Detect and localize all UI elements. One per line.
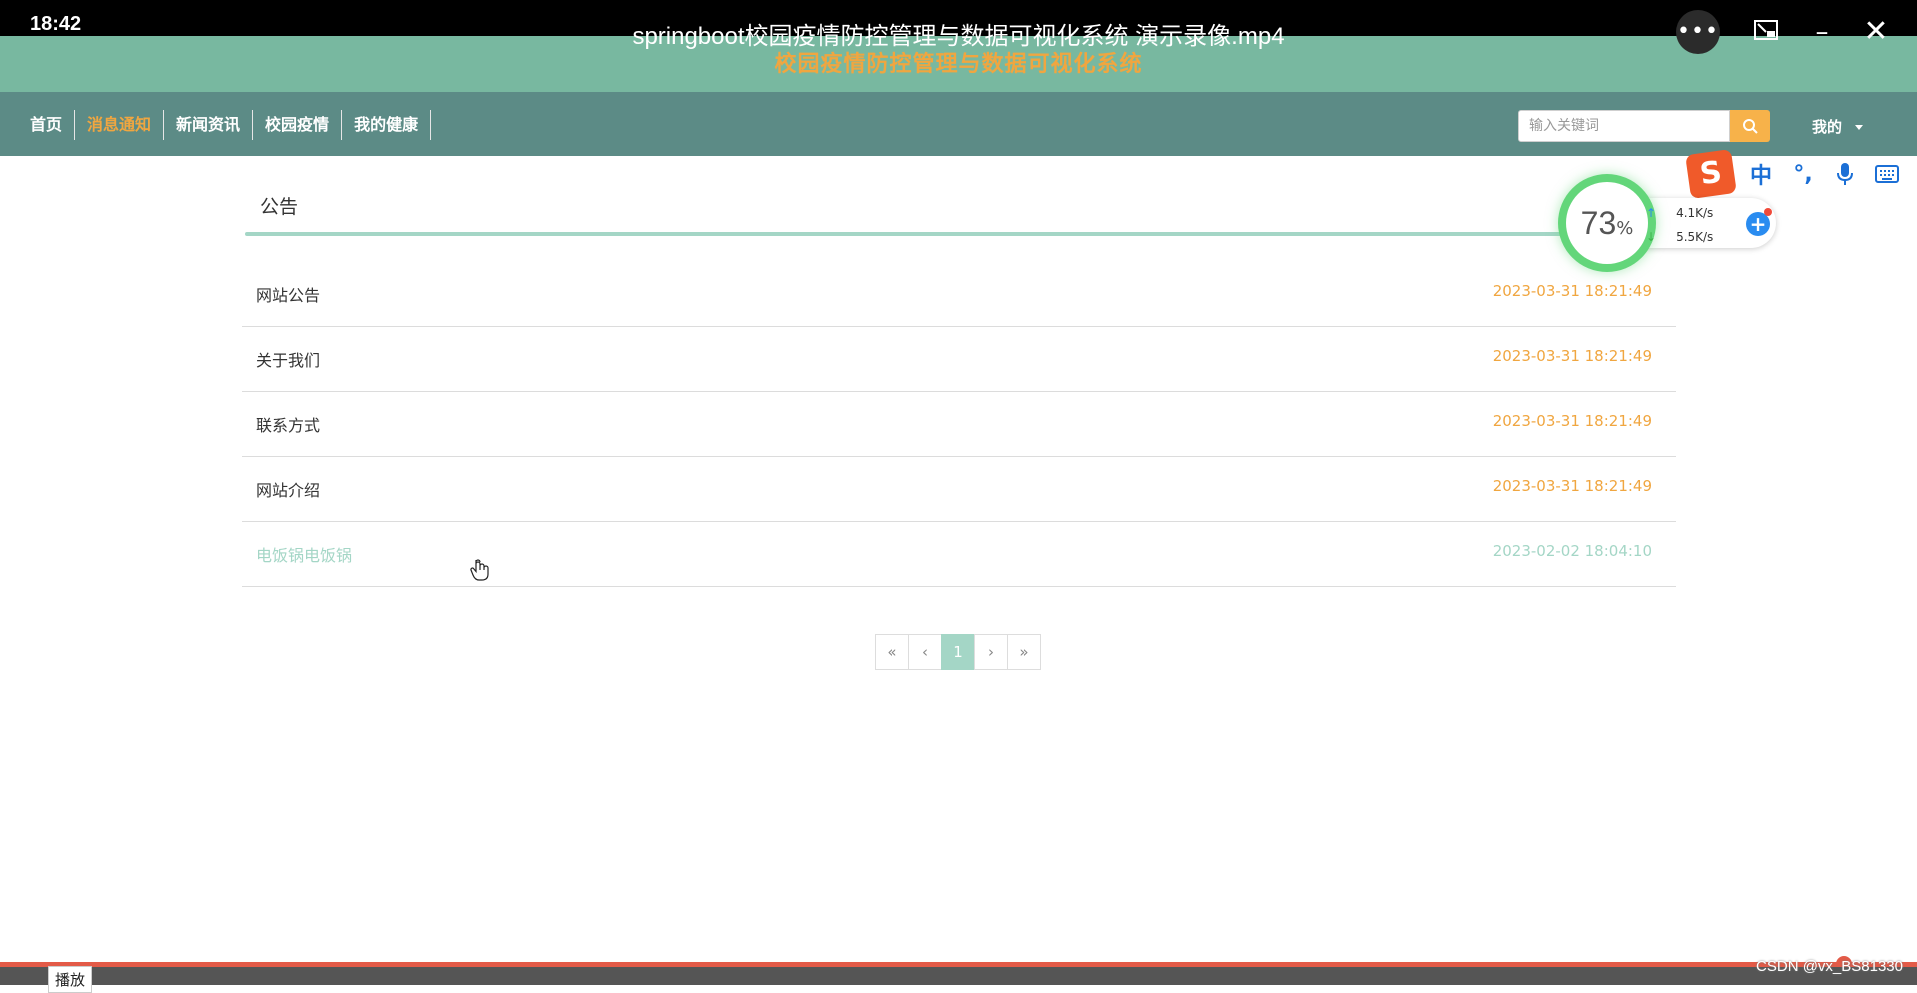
upload-speed: ↑ 4.1K/s <box>1646 206 1713 220</box>
notice-title[interactable]: 联系方式 <box>256 412 320 436</box>
notice-title[interactable]: 关于我们 <box>256 347 320 371</box>
microphone-icon <box>1837 163 1853 185</box>
notice-title[interactable]: 网站公告 <box>256 282 320 306</box>
upload-speed-value: 4.1K/s <box>1676 206 1714 220</box>
pagination: « ‹ 1 › » <box>875 634 1041 670</box>
search-input[interactable] <box>1518 110 1730 142</box>
upload-arrow-icon: ↑ <box>1646 206 1657 220</box>
last-page-button[interactable]: » <box>1007 634 1041 670</box>
play-tooltip: 播放 <box>48 966 93 993</box>
my-account-menu[interactable]: 我的 <box>1812 116 1864 137</box>
ime-punctuation-toggle[interactable]: °, <box>1788 160 1818 188</box>
nav-item-news[interactable]: 新闻资讯 <box>164 110 254 140</box>
main-nav: 首页 消息通知 新闻资讯 校园疫情 我的健康 我的 <box>0 92 1917 156</box>
search-bar <box>1518 110 1770 142</box>
notice-item[interactable]: 关于我们 2023-03-31 18:21:49 <box>242 327 1676 392</box>
notice-date: 2023-02-02 18:04:10 <box>1492 542 1652 560</box>
prev-page-button[interactable]: ‹ <box>908 634 942 670</box>
search-button[interactable] <box>1730 110 1770 142</box>
notice-list: 网站公告 2023-03-31 18:21:49 关于我们 2023-03-31… <box>242 262 1676 587</box>
minimize-button[interactable]: – <box>1800 12 1844 52</box>
memory-usage-value: 73 <box>1580 205 1617 241</box>
more-options-button[interactable]: ••• <box>1676 10 1720 54</box>
notice-date: 2023-03-31 18:21:49 <box>1492 477 1652 495</box>
ime-voice-button[interactable] <box>1830 160 1860 188</box>
download-arrow-icon: ↓ <box>1646 230 1657 244</box>
chevron-down-icon <box>1855 125 1864 130</box>
first-page-button[interactable]: « <box>875 634 909 670</box>
download-speed: ↓ 5.5K/s <box>1646 230 1713 244</box>
nav-item-my-health[interactable]: 我的健康 <box>342 110 432 140</box>
picture-in-picture-icon <box>1754 20 1778 40</box>
memory-usage-unit: % <box>1616 218 1634 239</box>
close-button[interactable]: ✕ <box>1854 12 1898 52</box>
download-speed-value: 5.5K/s <box>1676 230 1714 244</box>
nav-item-campus-epidemic[interactable]: 校园疫情 <box>253 110 343 140</box>
hand-cursor-icon <box>470 559 489 581</box>
notice-title[interactable]: 电饭锅电饭锅 <box>256 542 352 566</box>
notice-item[interactable]: 网站公告 2023-03-31 18:21:49 <box>242 262 1676 327</box>
notice-title[interactable]: 网站介绍 <box>256 477 320 501</box>
memory-usage-ring[interactable]: 73% <box>1566 182 1648 264</box>
search-icon <box>1743 119 1758 134</box>
page-number-button[interactable]: 1 <box>941 634 975 670</box>
minimize-icon: – <box>1815 17 1829 47</box>
keyboard-icon <box>1875 165 1899 183</box>
notice-item[interactable]: 网站介绍 2023-03-31 18:21:49 <box>242 457 1676 522</box>
video-title: springboot校园疫情防控管理与数据可视化系统 演示录像.mp4 <box>632 23 1285 50</box>
nav-list: 首页 消息通知 新闻资讯 校园疫情 我的健康 <box>18 110 432 140</box>
picture-in-picture-button[interactable] <box>1744 12 1788 52</box>
ime-keyboard-button[interactable] <box>1872 160 1902 188</box>
section-divider <box>245 232 1675 236</box>
notice-item[interactable]: 电饭锅电饭锅 2023-02-02 18:04:10 <box>242 522 1676 587</box>
more-dots-icon: ••• <box>1677 19 1719 44</box>
notice-date: 2023-03-31 18:21:49 <box>1492 347 1652 365</box>
close-icon: ✕ <box>1863 14 1889 49</box>
notice-date: 2023-03-31 18:21:49 <box>1492 282 1652 300</box>
notice-date: 2023-03-31 18:21:49 <box>1492 412 1652 430</box>
nav-item-notifications[interactable]: 消息通知 <box>75 110 165 140</box>
nav-item-home[interactable]: 首页 <box>18 110 76 140</box>
network-speed-widget[interactable]: 73% ↑ 4.1K/s ↓ 5.5K/s + <box>1566 182 1786 264</box>
player-bottom-strip <box>0 967 1917 985</box>
my-account-label: 我的 <box>1812 118 1843 136</box>
notice-item[interactable]: 联系方式 2023-03-31 18:21:49 <box>242 392 1676 457</box>
notification-dot <box>1764 208 1772 216</box>
csdn-watermark: CSDN @vx_BS81330 <box>1756 958 1903 975</box>
section-heading: 公告 <box>260 196 299 218</box>
video-player-bar: 18:42 springboot校园疫情防控管理与数据可视化系统 演示录像.mp… <box>0 0 1917 54</box>
next-page-button[interactable]: › <box>974 634 1008 670</box>
